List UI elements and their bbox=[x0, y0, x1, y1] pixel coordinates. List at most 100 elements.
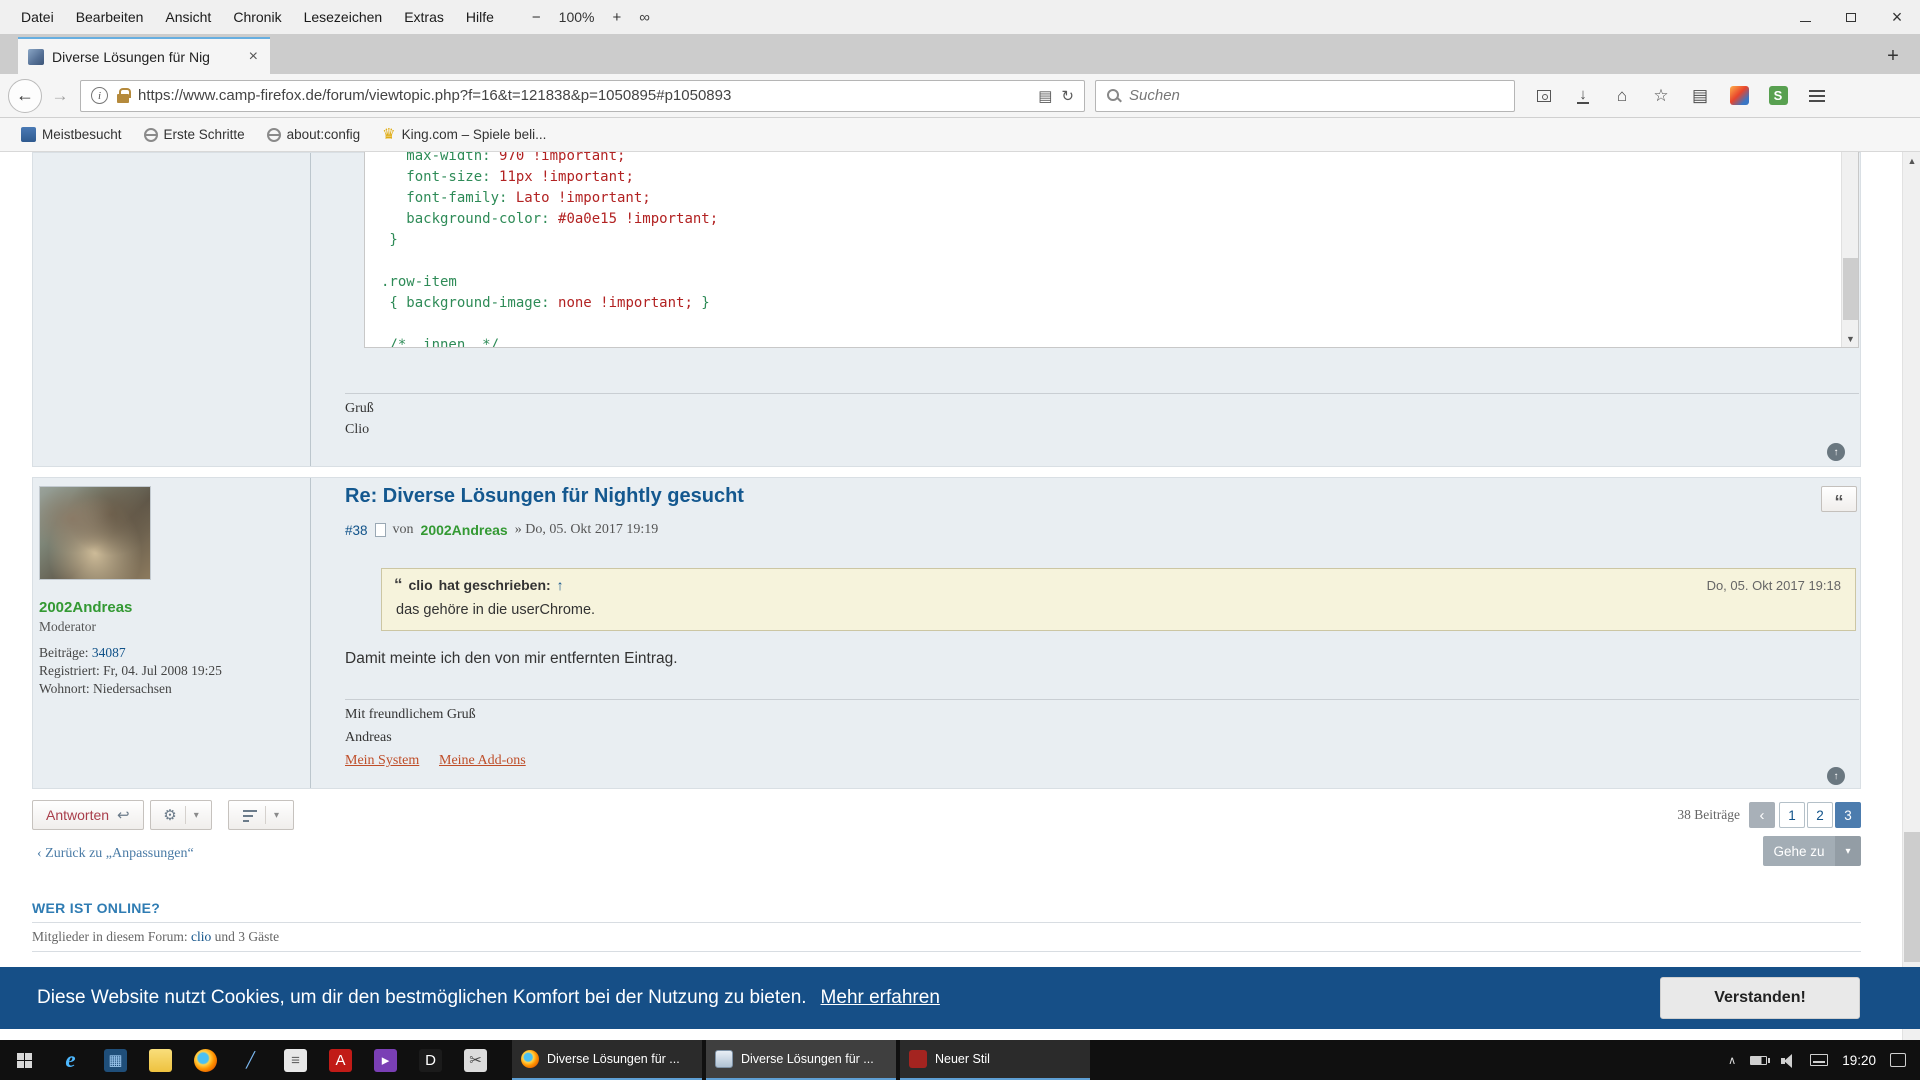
code-line: font-family: Lato !important; bbox=[381, 188, 1832, 209]
restore-button[interactable] bbox=[1828, 0, 1874, 34]
bookmark-item-3[interactable]: ♛King.com – Spiele beli... bbox=[373, 124, 555, 145]
bookmark-item-0[interactable]: Meistbesucht bbox=[12, 124, 131, 145]
menu-chronik[interactable]: Chronik bbox=[222, 9, 292, 25]
page-button-2[interactable]: 2 bbox=[1807, 802, 1833, 828]
main-menu-button[interactable] bbox=[1802, 81, 1832, 111]
learn-more-link[interactable]: Mehr erfahren bbox=[821, 987, 940, 1009]
tab-diverse-loesungen[interactable]: Diverse Lösungen für Nig × bbox=[18, 37, 270, 74]
snipping-tool-icon[interactable]: ✂ bbox=[453, 1040, 498, 1080]
scroll-down-icon[interactable]: ▼ bbox=[1842, 330, 1859, 347]
lock-icon[interactable] bbox=[117, 94, 129, 103]
home-button[interactable]: ⌂ bbox=[1607, 81, 1637, 111]
back-to-top-button[interactable]: ↑ bbox=[1827, 443, 1845, 461]
previous-page-button[interactable]: ‹ bbox=[1749, 802, 1775, 828]
search-input[interactable] bbox=[1129, 87, 1504, 104]
my-system-link[interactable]: Mein System bbox=[345, 753, 419, 769]
site-info-icon[interactable]: i bbox=[91, 87, 108, 104]
page-button-3[interactable]: 3 bbox=[1835, 802, 1861, 828]
bookmark-label: Meistbesucht bbox=[42, 127, 122, 142]
extension-icon bbox=[1730, 86, 1749, 105]
taskbar-clock[interactable]: 19:20 bbox=[1842, 1053, 1876, 1068]
volume-icon[interactable] bbox=[1781, 1054, 1796, 1067]
taskbar-window-label: Diverse Lösungen für ... bbox=[547, 1052, 680, 1066]
reply-button[interactable]: Antworten ↩ bbox=[32, 800, 144, 830]
d-app-icon[interactable]: D bbox=[408, 1040, 453, 1080]
code-scrollbar[interactable]: ▼ bbox=[1841, 152, 1858, 347]
reader-mode-icon[interactable]: ▤ bbox=[1038, 87, 1052, 105]
my-addons-link[interactable]: Meine Add-ons bbox=[439, 753, 526, 769]
minimize-button[interactable] bbox=[1782, 0, 1828, 34]
close-window-button[interactable]: × bbox=[1874, 0, 1920, 34]
taskbar: e▦ ╱≡A▸D✂ Diverse Lösungen für ... Diverse… bbox=[0, 1040, 1920, 1080]
menu-hilfe[interactable]: Hilfe bbox=[455, 9, 505, 25]
screenshot-button[interactable] bbox=[1529, 81, 1559, 111]
menu-bearbeiten[interactable]: Bearbeiten bbox=[65, 9, 155, 25]
url-bar[interactable]: i https://www.camp-firefox.de/forum/view… bbox=[80, 80, 1085, 112]
crown-icon: ♛ bbox=[382, 127, 395, 142]
tab-close-icon[interactable]: × bbox=[247, 48, 260, 66]
library-button[interactable]: ▤ bbox=[1685, 81, 1715, 111]
scroll-up-icon[interactable]: ▲ bbox=[1903, 152, 1920, 170]
bookmarks-bar: Meistbesucht Erste Schritte about:config ♛K… bbox=[0, 118, 1920, 152]
menu-datei[interactable]: Datei bbox=[10, 9, 65, 25]
file-explorer-icon[interactable] bbox=[138, 1040, 183, 1080]
bookmark-label: about:config bbox=[287, 127, 361, 142]
menu-lesezeichen[interactable]: Lesezeichen bbox=[293, 9, 394, 25]
menu-ansicht[interactable]: Ansicht bbox=[154, 9, 222, 25]
start-button[interactable] bbox=[0, 1040, 48, 1080]
bookmark-item-1[interactable]: Erste Schritte bbox=[135, 124, 254, 145]
profile-username[interactable]: 2002Andreas bbox=[39, 599, 132, 616]
taskbar-window[interactable]: Diverse Lösungen für ... bbox=[512, 1040, 702, 1080]
url-text[interactable]: https://www.camp-firefox.de/forum/viewto… bbox=[138, 87, 1029, 104]
zoom-out-button[interactable]: − bbox=[529, 9, 544, 26]
author-link[interactable]: 2002Andreas bbox=[421, 522, 508, 538]
battery-icon[interactable] bbox=[1750, 1056, 1767, 1065]
menu-extras[interactable]: Extras bbox=[393, 9, 455, 25]
back-to-top-button[interactable]: ↑ bbox=[1827, 767, 1845, 785]
media-player-icon[interactable]: ▸ bbox=[363, 1040, 408, 1080]
firefox-icon[interactable] bbox=[183, 1040, 228, 1080]
tray-chevron-icon[interactable]: ∧ bbox=[1728, 1054, 1736, 1067]
navigation-toolbar: ← → i https://www.camp-firefox.de/forum/… bbox=[0, 74, 1920, 118]
glasses-icon[interactable]: ∞ bbox=[639, 9, 650, 26]
sort-options-button[interactable]: ▾ bbox=[228, 800, 294, 830]
scrollbar-thumb[interactable] bbox=[1904, 832, 1920, 962]
quote-post-button[interactable]: “ bbox=[1821, 486, 1857, 512]
back-to-forum-link[interactable]: ‹ Zurück zu „Anpassungen“ bbox=[37, 846, 194, 862]
reload-icon[interactable]: ↻ bbox=[1061, 87, 1074, 105]
edge-icon[interactable]: e bbox=[48, 1040, 93, 1080]
topic-tools-button[interactable]: ⚙ ▾ bbox=[150, 800, 212, 830]
forward-button[interactable]: → bbox=[46, 79, 74, 113]
quote-author: clio bbox=[409, 577, 433, 593]
back-button[interactable]: ← bbox=[8, 79, 42, 113]
page-scrollbar[interactable]: ▲ bbox=[1902, 152, 1920, 1040]
sort-icon bbox=[243, 810, 257, 812]
acrobat-icon[interactable]: A bbox=[318, 1040, 363, 1080]
bookmark-button[interactable]: ☆ bbox=[1646, 81, 1676, 111]
pen-icon[interactable]: ╱ bbox=[228, 1040, 273, 1080]
jump-to-button[interactable]: Gehe zu ▾ bbox=[1763, 836, 1861, 866]
post-number-link[interactable]: #38 bbox=[345, 523, 368, 538]
taskbar-window[interactable]: Diverse Lösungen für ... bbox=[706, 1040, 896, 1080]
keyboard-icon[interactable] bbox=[1810, 1054, 1828, 1066]
action-center-icon[interactable] bbox=[1890, 1053, 1906, 1067]
extension-button[interactable] bbox=[1724, 81, 1754, 111]
notepad-icon[interactable]: ≡ bbox=[273, 1040, 318, 1080]
post-title-link[interactable]: Re: Diverse Lösungen für Nightly gesucht bbox=[345, 485, 744, 508]
page-button-1[interactable]: 1 bbox=[1779, 802, 1805, 828]
search-box[interactable] bbox=[1095, 80, 1515, 112]
zoom-level[interactable]: 100% bbox=[559, 9, 595, 25]
downloads-button[interactable]: ↓ bbox=[1568, 81, 1598, 111]
member-clio-link[interactable]: clio bbox=[191, 929, 211, 944]
taskbar-window[interactable]: Neuer Stil bbox=[900, 1040, 1090, 1080]
accept-cookies-button[interactable]: Verstanden! bbox=[1660, 977, 1860, 1019]
quote-jump-link[interactable]: ↑ bbox=[557, 577, 564, 593]
posts-count-link[interactable]: 34087 bbox=[92, 645, 126, 660]
photos-icon[interactable]: ▦ bbox=[93, 1040, 138, 1080]
download-icon: ↓ bbox=[1577, 87, 1589, 104]
stylish-button[interactable]: S bbox=[1763, 81, 1793, 111]
zoom-in-button[interactable]: + bbox=[609, 9, 624, 26]
bookmark-item-2[interactable]: about:config bbox=[258, 124, 370, 145]
code-scrollbar-thumb[interactable] bbox=[1843, 258, 1858, 320]
new-tab-button[interactable]: + bbox=[1876, 38, 1910, 74]
